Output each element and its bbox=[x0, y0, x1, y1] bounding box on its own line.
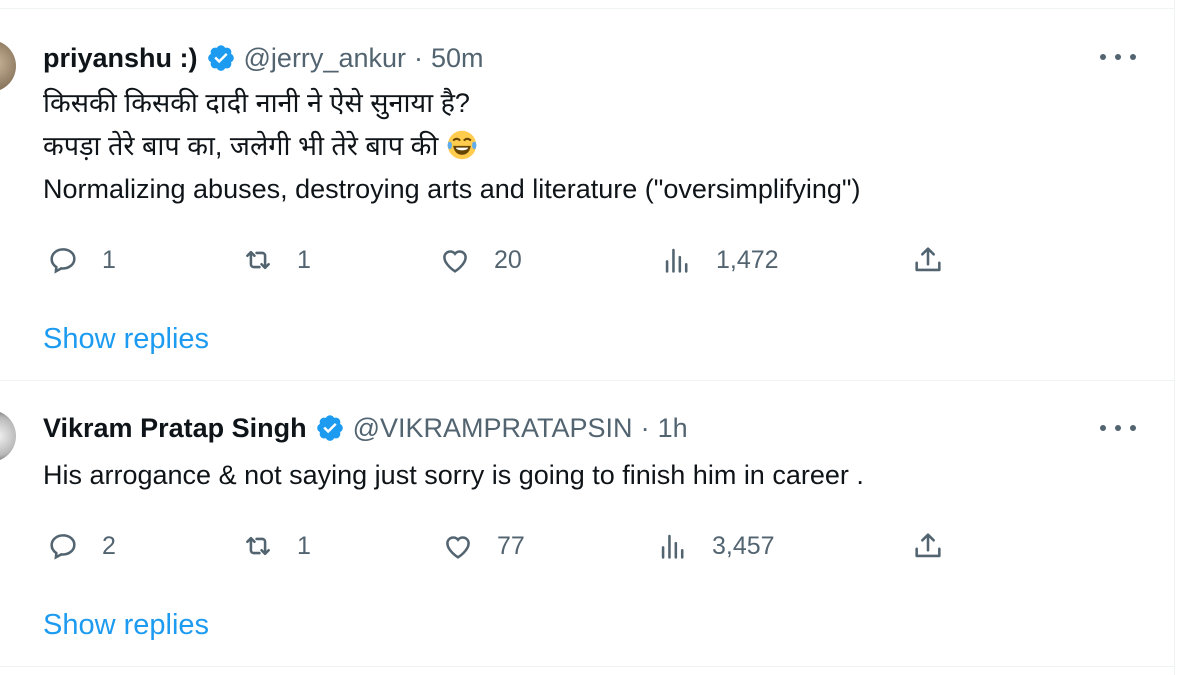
like-icon bbox=[446, 536, 470, 559]
tweet-divider bbox=[0, 380, 1175, 381]
reply-icon bbox=[50, 534, 76, 560]
more-icon[interactable] bbox=[1100, 418, 1136, 438]
tweet-text-line: कपड़ा तेरे बाप का, जलेगी भी तेरे बाप की bbox=[43, 129, 478, 163]
timestamp[interactable]: 50m bbox=[431, 43, 484, 74]
tweet-header: priyanshu :) @jerry_ankur · 50m bbox=[43, 40, 484, 76]
views-icon bbox=[661, 534, 684, 559]
tweet-replies-page: priyanshu :) @jerry_ankur · 50m किसकी कि… bbox=[0, 0, 1200, 675]
like-count: 20 bbox=[494, 245, 522, 274]
avatar[interactable] bbox=[0, 40, 16, 92]
timestamp[interactable]: 1h bbox=[658, 413, 688, 444]
views-count: 3,457 bbox=[712, 531, 775, 560]
user-handle[interactable]: @VIKRAMPRATAPSIN bbox=[353, 413, 633, 444]
user-handle[interactable]: @jerry_ankur bbox=[244, 43, 406, 74]
tweet-text-line: His arrogance & not saying just sorry is… bbox=[43, 460, 864, 490]
display-name[interactable]: priyanshu :) bbox=[43, 43, 198, 74]
reply-count: 1 bbox=[102, 245, 116, 274]
like-count: 77 bbox=[497, 531, 525, 560]
show-replies-link[interactable]: Show replies bbox=[43, 609, 209, 642]
retweet-count: 1 bbox=[297, 531, 311, 560]
tweet-header: Vikram Pratap Singh @VIKRAMPRATAPSIN · 1… bbox=[43, 410, 688, 446]
tweet-divider bbox=[0, 666, 1175, 667]
timeline-border bbox=[1174, 0, 1175, 675]
verified-badge-icon bbox=[207, 45, 234, 71]
like-icon bbox=[443, 250, 467, 273]
separator-dot: · bbox=[413, 42, 423, 73]
like-button[interactable]: 20 bbox=[438, 240, 522, 280]
retweet-button[interactable]: 1 bbox=[241, 240, 311, 280]
tweet-actions: 1 1 20 1,472 bbox=[0, 240, 1175, 280]
reply-icon bbox=[50, 248, 76, 274]
share-icon bbox=[915, 247, 941, 272]
tweet-actions: 2 1 77 3,457 bbox=[0, 526, 1175, 566]
reply-button[interactable]: 2 bbox=[46, 526, 116, 566]
top-divider bbox=[0, 8, 1175, 9]
views-icon bbox=[665, 248, 688, 273]
reply-button[interactable]: 1 bbox=[46, 240, 116, 280]
tweet-text-fragment: कपड़ा तेरे बाप का, जलेगी भी तेरे बाप की bbox=[43, 131, 439, 161]
verified-badge-icon bbox=[316, 415, 343, 441]
more-icon[interactable] bbox=[1100, 47, 1136, 67]
show-replies-link[interactable]: Show replies bbox=[43, 323, 209, 356]
views-button[interactable]: 3,457 bbox=[656, 526, 775, 566]
views-button[interactable]: 1,472 bbox=[660, 240, 779, 280]
avatar[interactable] bbox=[0, 410, 16, 462]
retweet-icon bbox=[246, 250, 270, 270]
share-icon bbox=[915, 533, 941, 558]
tweet-text-line: किसकी किसकी दादी नानी ने ऐसे सुनाया है? bbox=[43, 88, 470, 118]
display-name[interactable]: Vikram Pratap Singh bbox=[43, 413, 307, 444]
views-count: 1,472 bbox=[716, 245, 779, 274]
reply-count: 2 bbox=[102, 531, 116, 560]
separator-dot: · bbox=[640, 412, 650, 443]
laughing-emoji-icon bbox=[446, 130, 478, 161]
retweet-icon bbox=[246, 536, 270, 556]
share-button[interactable] bbox=[911, 526, 945, 566]
retweet-count: 1 bbox=[297, 245, 311, 274]
tweet-text-line: Normalizing abuses, destroying arts and … bbox=[43, 174, 861, 204]
like-button[interactable]: 77 bbox=[441, 526, 525, 566]
share-button[interactable] bbox=[911, 240, 945, 280]
retweet-button[interactable]: 1 bbox=[241, 526, 311, 566]
